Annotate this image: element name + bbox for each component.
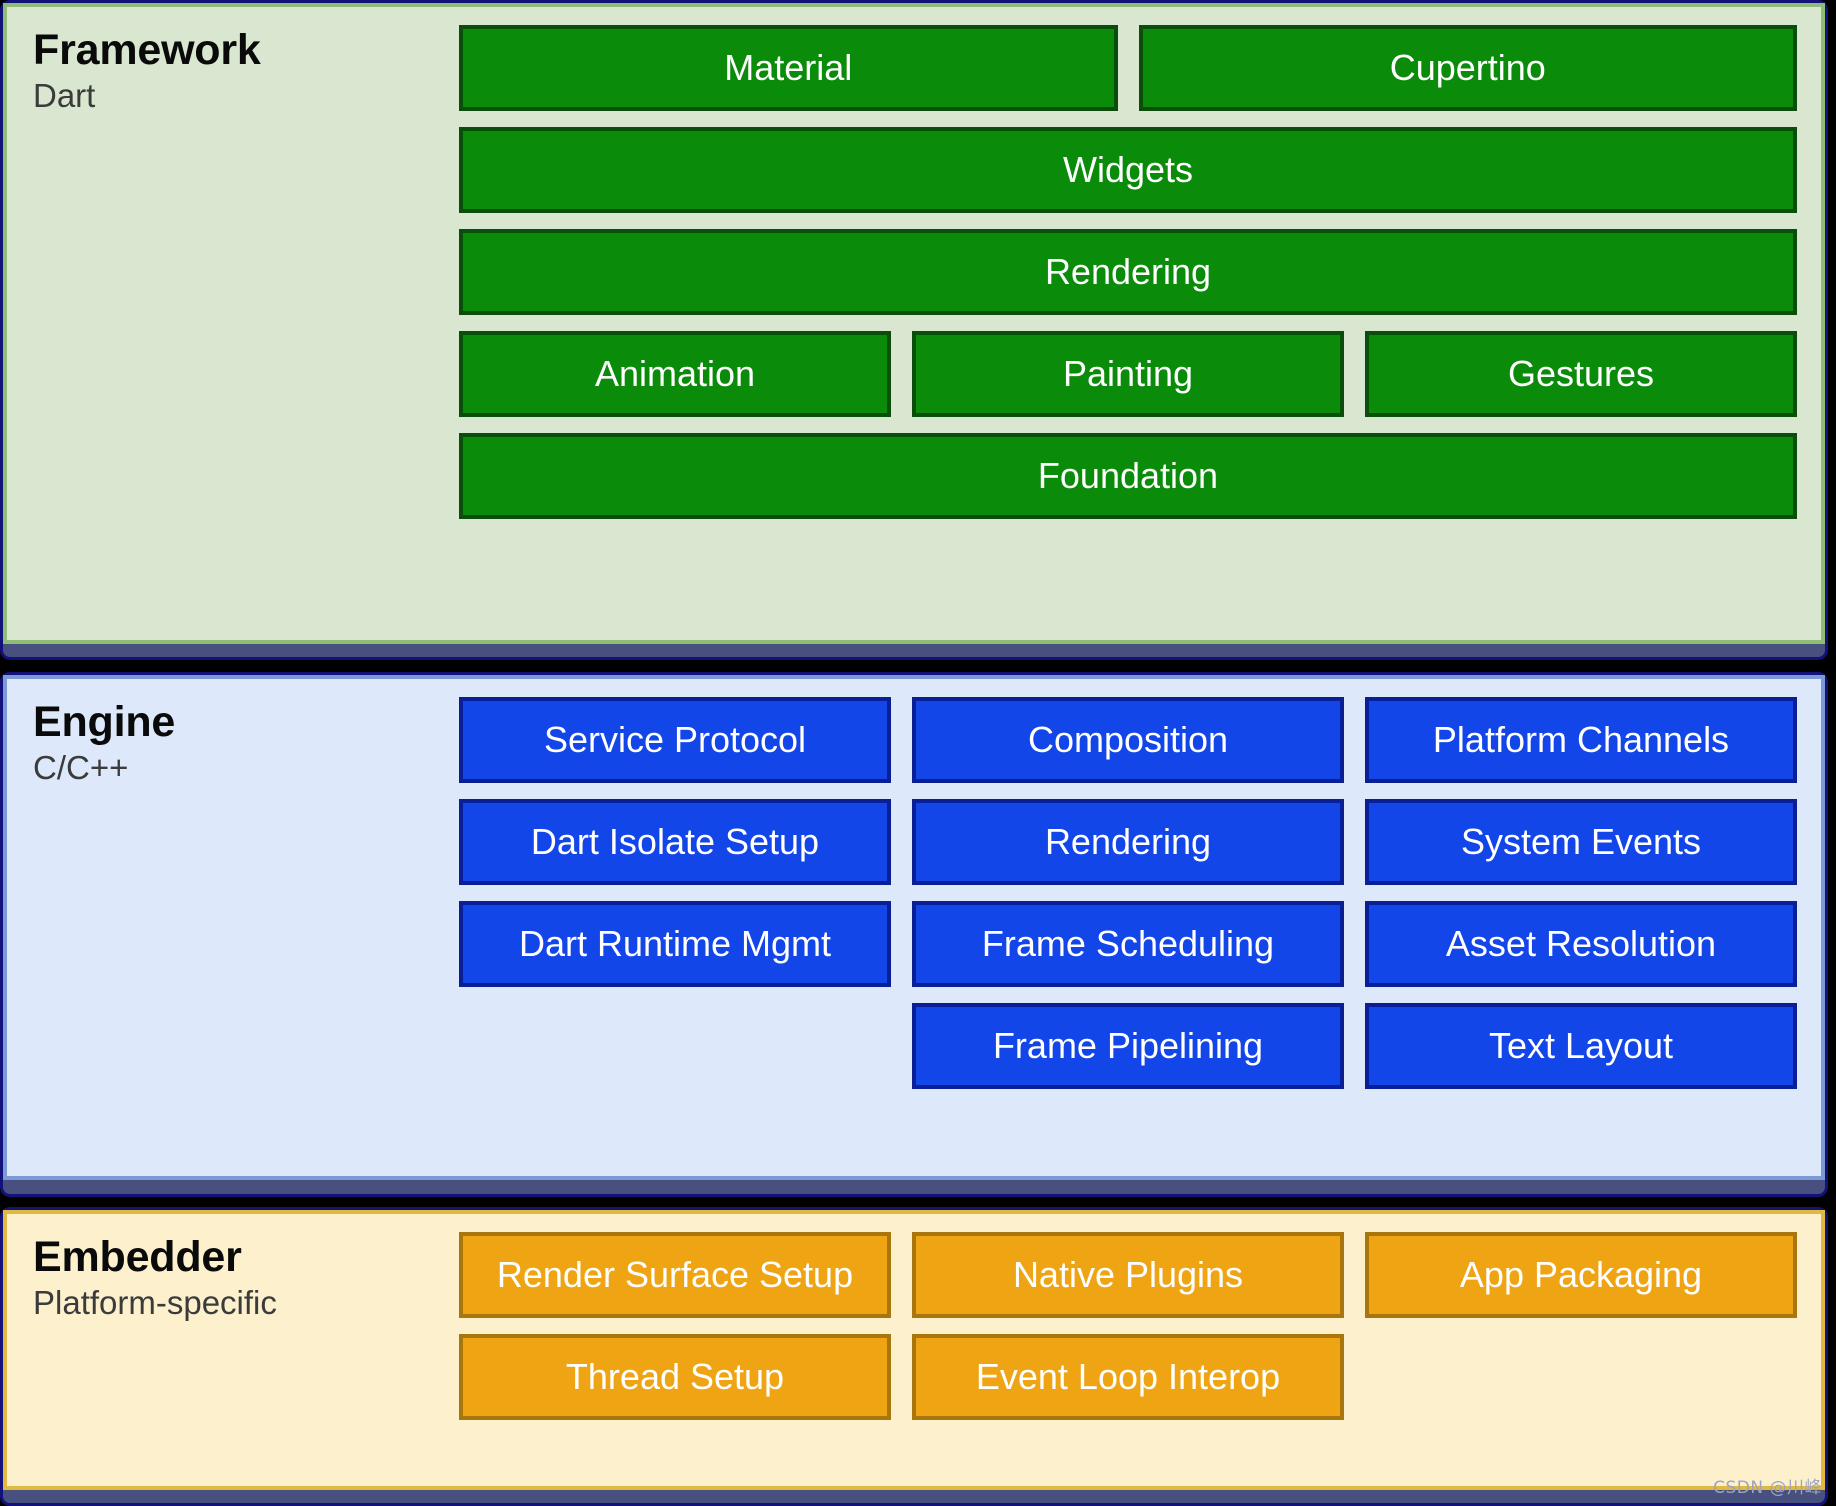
module-dart-runtime-mgmt[interactable]: Dart Runtime Mgmt bbox=[459, 901, 891, 987]
engine-row-4: Frame Pipelining Text Layout bbox=[459, 1003, 1797, 1089]
framework-row-1: Material Cupertino bbox=[459, 25, 1797, 111]
framework-layer-name: Framework bbox=[33, 26, 261, 74]
engine-layer: Engine C/C++ Service Protocol Compositio… bbox=[3, 675, 1825, 1180]
module-rendering-engine[interactable]: Rendering bbox=[912, 799, 1344, 885]
module-painting[interactable]: Painting bbox=[912, 331, 1344, 417]
embedder-row-2: Thread Setup Event Loop Interop bbox=[459, 1334, 1797, 1420]
module-composition[interactable]: Composition bbox=[912, 697, 1344, 783]
module-service-protocol[interactable]: Service Protocol bbox=[459, 697, 891, 783]
engine-cell-3-3: Asset Resolution bbox=[1365, 901, 1797, 987]
module-gestures[interactable]: Gestures bbox=[1365, 331, 1797, 417]
module-foundation[interactable]: Foundation bbox=[459, 433, 1797, 519]
engine-layer-frame: Engine C/C++ Service Protocol Compositio… bbox=[0, 672, 1828, 1197]
framework-module-grid: Material Cupertino Widgets Rendering Ani… bbox=[459, 25, 1801, 519]
embedder-layer-title: Embedder Platform-specific bbox=[29, 1232, 459, 1323]
engine-cell-3-2: Frame Scheduling bbox=[912, 901, 1344, 987]
module-material[interactable]: Material bbox=[459, 25, 1118, 111]
embedder-row-1: Render Surface Setup Native Plugins App … bbox=[459, 1232, 1797, 1318]
engine-layer-title: Engine C/C++ bbox=[29, 697, 459, 788]
module-app-packaging[interactable]: App Packaging bbox=[1365, 1232, 1797, 1318]
framework-layer: Framework Dart Material Cupertino Widget… bbox=[3, 3, 1825, 644]
framework-row-4: Animation Painting Gestures bbox=[459, 331, 1797, 417]
engine-cell-4-3: Text Layout bbox=[1365, 1003, 1797, 1089]
embedder-layer: Embedder Platform-specific Render Surfac… bbox=[3, 1210, 1825, 1490]
module-event-loop-interop[interactable]: Event Loop Interop bbox=[912, 1334, 1344, 1420]
module-widgets[interactable]: Widgets bbox=[459, 127, 1797, 213]
engine-cell-3-1: Dart Runtime Mgmt bbox=[459, 901, 891, 987]
engine-row-2: Dart Isolate Setup Rendering System Even… bbox=[459, 799, 1797, 885]
embedder-module-grid: Render Surface Setup Native Plugins App … bbox=[459, 1232, 1801, 1420]
embedder-layer-platform: Platform-specific bbox=[33, 1284, 277, 1321]
module-thread-setup[interactable]: Thread Setup bbox=[459, 1334, 891, 1420]
engine-row-1: Service Protocol Composition Platform Ch… bbox=[459, 697, 1797, 783]
engine-row-3: Dart Runtime Mgmt Frame Scheduling Asset… bbox=[459, 901, 1797, 987]
embedder-cell-1-2: Native Plugins bbox=[912, 1232, 1344, 1318]
embedder-cell-2-2: Event Loop Interop bbox=[912, 1334, 1344, 1420]
engine-cell-4-2: Frame Pipelining bbox=[912, 1003, 1344, 1089]
watermark: CSDN @川峰 bbox=[1713, 1478, 1822, 1498]
engine-layer-name: Engine bbox=[33, 698, 176, 746]
framework-row-5: Foundation bbox=[459, 433, 1797, 519]
engine-layer-language: C/C++ bbox=[33, 749, 129, 786]
embedder-cell-1-3: App Packaging bbox=[1365, 1232, 1797, 1318]
embedder-layer-name: Embedder bbox=[33, 1233, 242, 1281]
module-render-surface-setup[interactable]: Render Surface Setup bbox=[459, 1232, 891, 1318]
engine-cell-1-1: Service Protocol bbox=[459, 697, 891, 783]
module-animation[interactable]: Animation bbox=[459, 331, 891, 417]
framework-row-2: Widgets bbox=[459, 127, 1797, 213]
module-text-layout[interactable]: Text Layout bbox=[1365, 1003, 1797, 1089]
engine-cell-2-2: Rendering bbox=[912, 799, 1344, 885]
flutter-architecture-diagram: Framework Dart Material Cupertino Widget… bbox=[0, 0, 1836, 1506]
module-native-plugins[interactable]: Native Plugins bbox=[912, 1232, 1344, 1318]
module-cupertino[interactable]: Cupertino bbox=[1138, 25, 1797, 111]
module-frame-scheduling[interactable]: Frame Scheduling bbox=[912, 901, 1344, 987]
module-platform-channels[interactable]: Platform Channels bbox=[1365, 697, 1797, 783]
engine-cell-2-3: System Events bbox=[1365, 799, 1797, 885]
embedder-cell-1-1: Render Surface Setup bbox=[459, 1232, 891, 1318]
embedder-cell-2-1: Thread Setup bbox=[459, 1334, 891, 1420]
module-frame-pipelining[interactable]: Frame Pipelining bbox=[912, 1003, 1344, 1089]
embedder-layer-frame: Embedder Platform-specific Render Surfac… bbox=[0, 1207, 1828, 1506]
module-dart-isolate-setup[interactable]: Dart Isolate Setup bbox=[459, 799, 891, 885]
engine-cell-1-2: Composition bbox=[912, 697, 1344, 783]
module-asset-resolution[interactable]: Asset Resolution bbox=[1365, 901, 1797, 987]
framework-layer-frame: Framework Dart Material Cupertino Widget… bbox=[0, 0, 1828, 660]
framework-layer-language: Dart bbox=[33, 77, 96, 114]
engine-cell-2-1: Dart Isolate Setup bbox=[459, 799, 891, 885]
engine-module-grid: Service Protocol Composition Platform Ch… bbox=[459, 697, 1801, 1089]
framework-layer-title: Framework Dart bbox=[29, 25, 459, 116]
engine-cell-1-3: Platform Channels bbox=[1365, 697, 1797, 783]
framework-row-3: Rendering bbox=[459, 229, 1797, 315]
module-system-events[interactable]: System Events bbox=[1365, 799, 1797, 885]
module-rendering-framework[interactable]: Rendering bbox=[459, 229, 1797, 315]
